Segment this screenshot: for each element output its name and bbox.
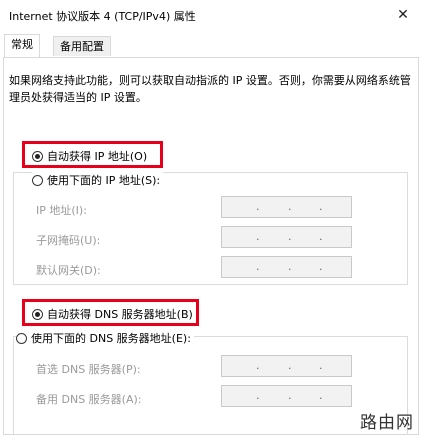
radio-manual-dns[interactable]: 使用下面的 DNS 服务器地址(E): xyxy=(16,330,194,346)
tab-strip: 常规 备用配置 xyxy=(0,34,422,58)
subnet-mask-label: 子网掩码(U): xyxy=(36,234,101,247)
watermark-text: 路由网 xyxy=(360,413,414,433)
radio-checked-icon xyxy=(32,308,43,320)
radio-auto-dns-label: 自动获得 DNS 服务器地址(B) xyxy=(47,308,193,321)
default-gateway-label: 默认网关(D): xyxy=(36,264,101,277)
preferred-dns-label: 首选 DNS 服务器(P): xyxy=(36,363,141,376)
ip-address-label: IP 地址(I): xyxy=(36,204,87,217)
radio-auto-ip[interactable]: 自动获得 IP 地址(O) xyxy=(32,148,147,164)
radio-unchecked-icon xyxy=(32,174,43,186)
tab-general[interactable]: 常规 xyxy=(4,34,40,58)
default-gateway-input[interactable]: ... xyxy=(221,256,352,278)
alternate-dns-label: 备用 DNS 服务器(A): xyxy=(36,393,142,406)
window-title: Internet 协议版本 4 (TCP/IPv4) 属性 xyxy=(9,10,196,23)
tab-alternate-config[interactable]: 备用配置 xyxy=(53,36,111,56)
radio-auto-ip-label: 自动获得 IP 地址(O) xyxy=(47,150,148,163)
radio-unchecked-icon xyxy=(16,332,27,344)
ip-address-input[interactable]: ... xyxy=(221,196,352,218)
preferred-dns-input[interactable]: ... xyxy=(221,355,352,377)
radio-manual-ip-label: 使用下面的 IP 地址(S): xyxy=(47,174,161,187)
radio-manual-dns-label: 使用下面的 DNS 服务器地址(E): xyxy=(31,332,191,345)
radio-checked-icon xyxy=(32,150,43,162)
radio-manual-ip[interactable]: 使用下面的 IP 地址(S): xyxy=(32,172,164,188)
description-text: 如果网络支持此功能，则可以获取自动指派的 IP 设置。否则，你需要从网络系统管理… xyxy=(9,74,411,104)
radio-auto-dns[interactable]: 自动获得 DNS 服务器地址(B) xyxy=(32,306,193,322)
title-bar: Internet 协议版本 4 (TCP/IPv4) 属性 ✕ xyxy=(0,0,422,33)
close-icon[interactable]: ✕ xyxy=(392,4,414,26)
alternate-dns-input[interactable]: ... xyxy=(221,385,352,407)
subnet-mask-input[interactable]: ... xyxy=(221,226,352,248)
